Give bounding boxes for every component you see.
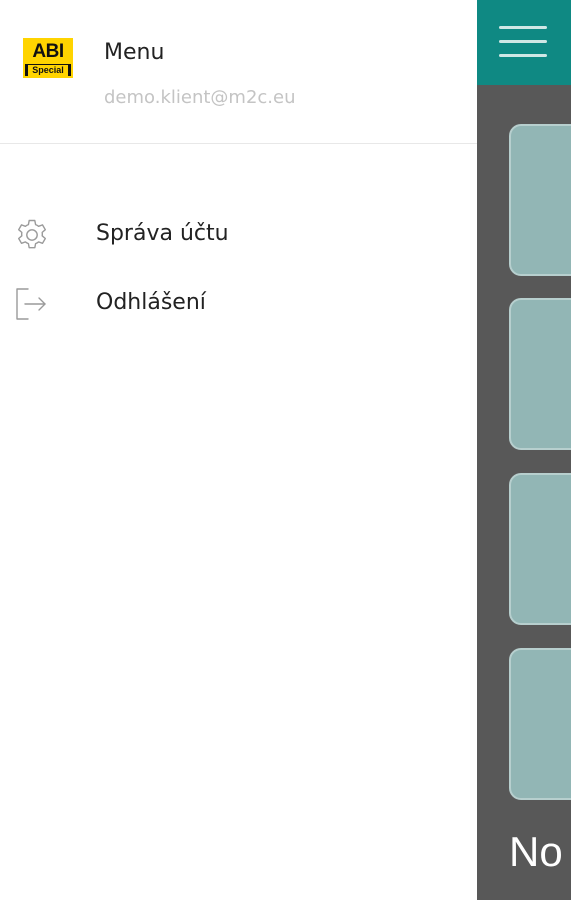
nav-item-logout[interactable]: Odhlášení bbox=[0, 273, 477, 333]
background-caption: No bbox=[509, 828, 563, 875]
navigation-drawer: ABI Special Menu demo.klient@m2c.eu Sprá… bbox=[0, 0, 477, 900]
nav-item-account-settings[interactable]: Správa účtu bbox=[0, 204, 477, 264]
hamburger-menu-icon[interactable] bbox=[499, 24, 547, 60]
drawer-title: Menu bbox=[104, 40, 165, 65]
nav-item-label: Správa účtu bbox=[96, 221, 229, 246]
dashboard-tile[interactable] bbox=[509, 298, 571, 450]
app-top-bar bbox=[477, 0, 571, 85]
dashboard-tile[interactable] bbox=[509, 648, 571, 800]
logout-icon bbox=[16, 288, 46, 320]
dashboard-tile[interactable] bbox=[509, 124, 571, 276]
dashboard-tile[interactable] bbox=[509, 473, 571, 625]
abi-special-logo: ABI Special bbox=[23, 38, 73, 78]
hamburger-line bbox=[499, 54, 547, 57]
drawer-header: ABI Special Menu demo.klient@m2c.eu bbox=[0, 0, 477, 144]
logo-top-text: ABI bbox=[25, 40, 71, 64]
hamburger-line bbox=[499, 40, 547, 43]
logo-bottom-text: Special bbox=[28, 65, 68, 76]
nav-item-label: Odhlášení bbox=[96, 290, 206, 315]
hamburger-line bbox=[499, 26, 547, 29]
gear-icon bbox=[18, 219, 46, 249]
app-screen: No ABI Special Menu demo.klient@m2c.eu S… bbox=[0, 0, 571, 900]
background-app: No bbox=[477, 0, 571, 900]
user-email: demo.klient@m2c.eu bbox=[104, 87, 296, 108]
